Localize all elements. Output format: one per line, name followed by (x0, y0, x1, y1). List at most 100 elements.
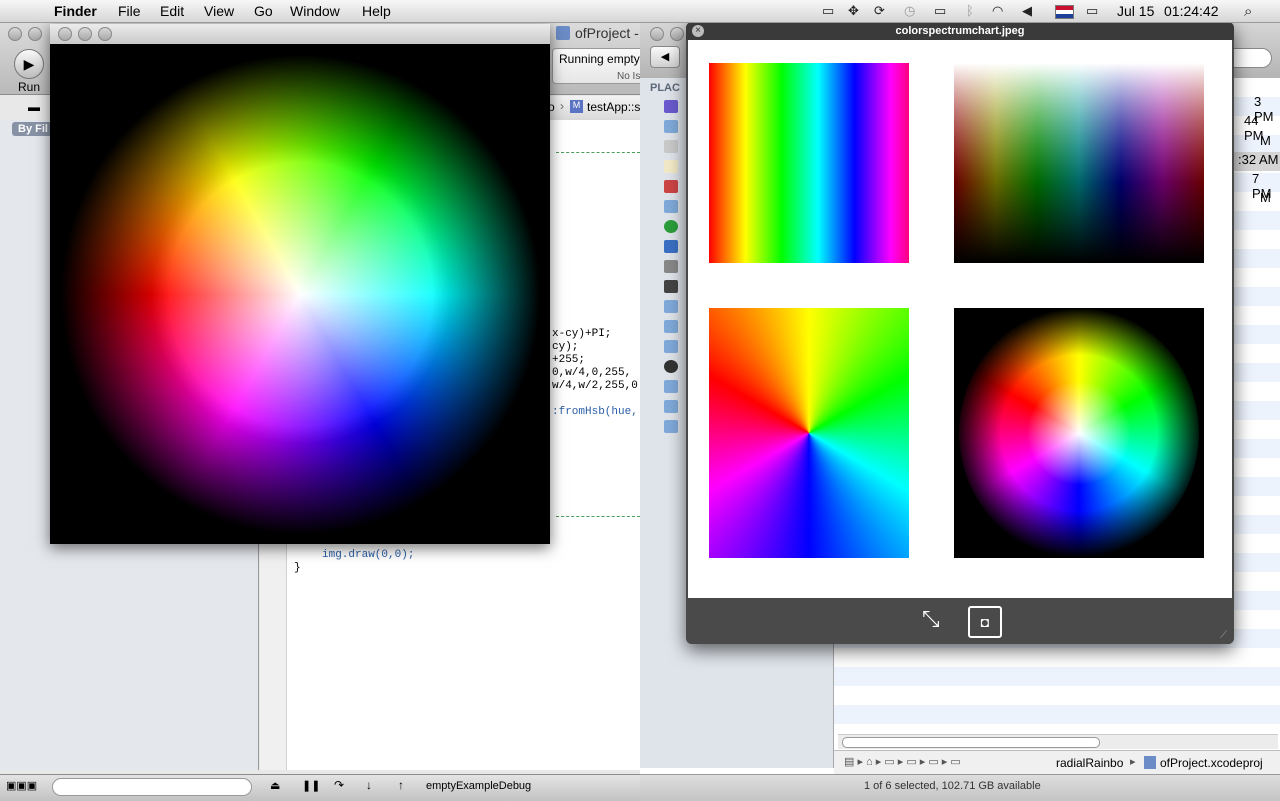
volume-icon[interactable]: ◀ (1022, 3, 1032, 19)
finder-status-bar: 1 of 6 selected, 102.71 GB available (640, 774, 1280, 801)
music-icon[interactable] (664, 240, 678, 253)
home-icon[interactable] (664, 140, 678, 153)
code-line: :fromHsb(hue, (552, 406, 638, 418)
back-button[interactable]: ◀ (650, 46, 680, 68)
by-file-filter-button[interactable]: By Fil (12, 122, 54, 136)
menu-window[interactable]: Window (290, 3, 340, 19)
scheme-label[interactable]: emptyExampleDebug (426, 780, 531, 792)
radial-spectrum-swatch (954, 308, 1204, 558)
zoom-window-button[interactable] (98, 27, 112, 41)
activity-viewer: Running empty No Is (552, 48, 642, 84)
folder-icon[interactable] (664, 400, 678, 413)
add-to-iphoto-icon[interactable]: ◘ (968, 606, 1002, 638)
fullscreen-icon[interactable]: ⤡ (922, 606, 940, 632)
documents-icon[interactable] (664, 160, 678, 173)
xcode-bottom-bar: ▣▣▣ ⏏ ❚❚ ↷ ↓ ↑ emptyExampleDebug (0, 774, 640, 801)
menu-help[interactable]: Help (362, 3, 391, 19)
openframeworks-icon[interactable] (664, 360, 678, 373)
step-into-icon[interactable]: ↓ (366, 778, 372, 792)
breadcrumb-chevron-icon: › (560, 99, 564, 113)
move-icon[interactable]: ✥ (848, 3, 859, 19)
step-out-icon[interactable]: ↑ (398, 778, 404, 792)
code-line: x-cy)+PI; (552, 328, 612, 340)
method-icon: M (570, 100, 583, 113)
sync-icon[interactable]: ⟳ (874, 3, 885, 19)
downloads-icon[interactable] (664, 220, 678, 233)
menu-go[interactable]: Go (254, 3, 273, 19)
desktop-icon[interactable] (664, 100, 678, 113)
folder-icon[interactable] (664, 300, 678, 313)
folder-icon[interactable] (664, 200, 678, 213)
path-item-file[interactable]: ofProject.xcodeproj (1160, 756, 1263, 770)
quick-look-image (688, 40, 1232, 598)
project-file-icon (556, 26, 570, 40)
folder-icon[interactable] (664, 340, 678, 353)
close-window-button[interactable] (650, 27, 664, 41)
app-menu[interactable]: Finder (54, 3, 97, 19)
list-date: :32 AM (1238, 152, 1279, 167)
quick-look-controls: ⤡ ◘ ⟋ (686, 600, 1234, 644)
applications-icon[interactable] (664, 180, 678, 193)
code-line: +255; (552, 354, 586, 366)
folder-icon[interactable] (664, 380, 678, 393)
bluetooth-icon[interactable]: ᛒ (966, 3, 974, 18)
navigator-filter-field[interactable] (52, 778, 252, 796)
movies-icon[interactable] (664, 280, 678, 293)
minimize-window-button[interactable] (28, 27, 42, 41)
menu-edit[interactable]: Edit (160, 3, 184, 19)
battery-icon[interactable]: ▭ (1086, 3, 1098, 19)
hue-lightness-swatch (954, 63, 1204, 263)
horizontal-scrollbar[interactable] (838, 734, 1278, 749)
render-window-titlebar (50, 24, 550, 44)
run-button[interactable]: ▶ (14, 49, 44, 79)
spotlight-search-icon[interactable]: ⌕ (1244, 3, 1252, 20)
folder-icon[interactable] (664, 120, 678, 133)
pictures-icon[interactable] (664, 260, 678, 273)
minimize-window-button[interactable] (670, 27, 684, 41)
folder-icon[interactable] (664, 420, 678, 433)
disk-icon[interactable]: ▤ ▸ ⌂ ▸ ▭ ▸ ▭ ▸ ▭ ▸ ▭ (844, 755, 961, 768)
menu-file[interactable]: File (118, 3, 141, 19)
issues-label: No Is (617, 71, 641, 82)
code-line: cy); (552, 341, 579, 353)
clock-time[interactable]: 01:24:42 (1164, 3, 1219, 19)
scrollbar-thumb[interactable] (842, 737, 1100, 748)
xcodeproj-icon (1144, 756, 1156, 769)
xcode-window-title: ofProject - (575, 25, 639, 41)
code-line: img.draw(0,0); (322, 549, 415, 561)
close-window-button[interactable] (58, 27, 72, 41)
terminal-icon[interactable]: ▭ (822, 3, 834, 19)
clock-date[interactable]: Jul 15 (1117, 3, 1154, 19)
openframeworks-window[interactable] (50, 24, 550, 544)
display-icon[interactable]: ▭ (934, 3, 946, 19)
close-icon[interactable]: × (692, 25, 704, 37)
path-chevron-icon: ▸ (1130, 756, 1136, 768)
wifi-icon[interactable]: ◠ (992, 3, 1003, 19)
back-arrow-icon: ◀ (660, 51, 670, 63)
debug-area-icon[interactable]: ⏏ (270, 779, 280, 792)
resize-grip-icon[interactable]: ⟋ (1220, 630, 1227, 641)
time-machine-icon[interactable]: ◷ (904, 3, 915, 19)
list-date: M (1260, 133, 1271, 148)
close-window-button[interactable] (8, 27, 22, 41)
status-text: 1 of 6 selected, 102.71 GB available (864, 780, 1041, 792)
play-icon: ▶ (23, 56, 35, 72)
activity-status: Running empty (559, 52, 640, 66)
pause-icon[interactable]: ❚❚ (302, 779, 320, 792)
folder-icon[interactable]: ▬ (28, 100, 40, 114)
places-header: PLAC (650, 82, 680, 94)
breadcrumb-method[interactable]: testApp::s (587, 100, 640, 114)
folder-icon[interactable] (664, 320, 678, 333)
code-separator (556, 516, 640, 517)
code-line: 0,w/4,0,255, (552, 367, 632, 379)
menu-view[interactable]: View (204, 3, 234, 19)
step-over-icon[interactable]: ↷ (334, 778, 344, 792)
conic-spectrum-swatch (709, 308, 909, 558)
code-line: w/4,w/2,255,0 (552, 380, 638, 392)
view-mode-icon[interactable]: ▣▣▣ (6, 779, 37, 792)
input-source-flag-icon[interactable] (1055, 5, 1074, 19)
linear-spectrum-swatch (709, 63, 909, 263)
minimize-window-button[interactable] (78, 27, 92, 41)
quick-look-panel: colorspectrumchart.jpeg × ⤡ ◘ ⟋ (686, 22, 1234, 644)
path-item-folder[interactable]: radialRainbo (1056, 756, 1123, 770)
